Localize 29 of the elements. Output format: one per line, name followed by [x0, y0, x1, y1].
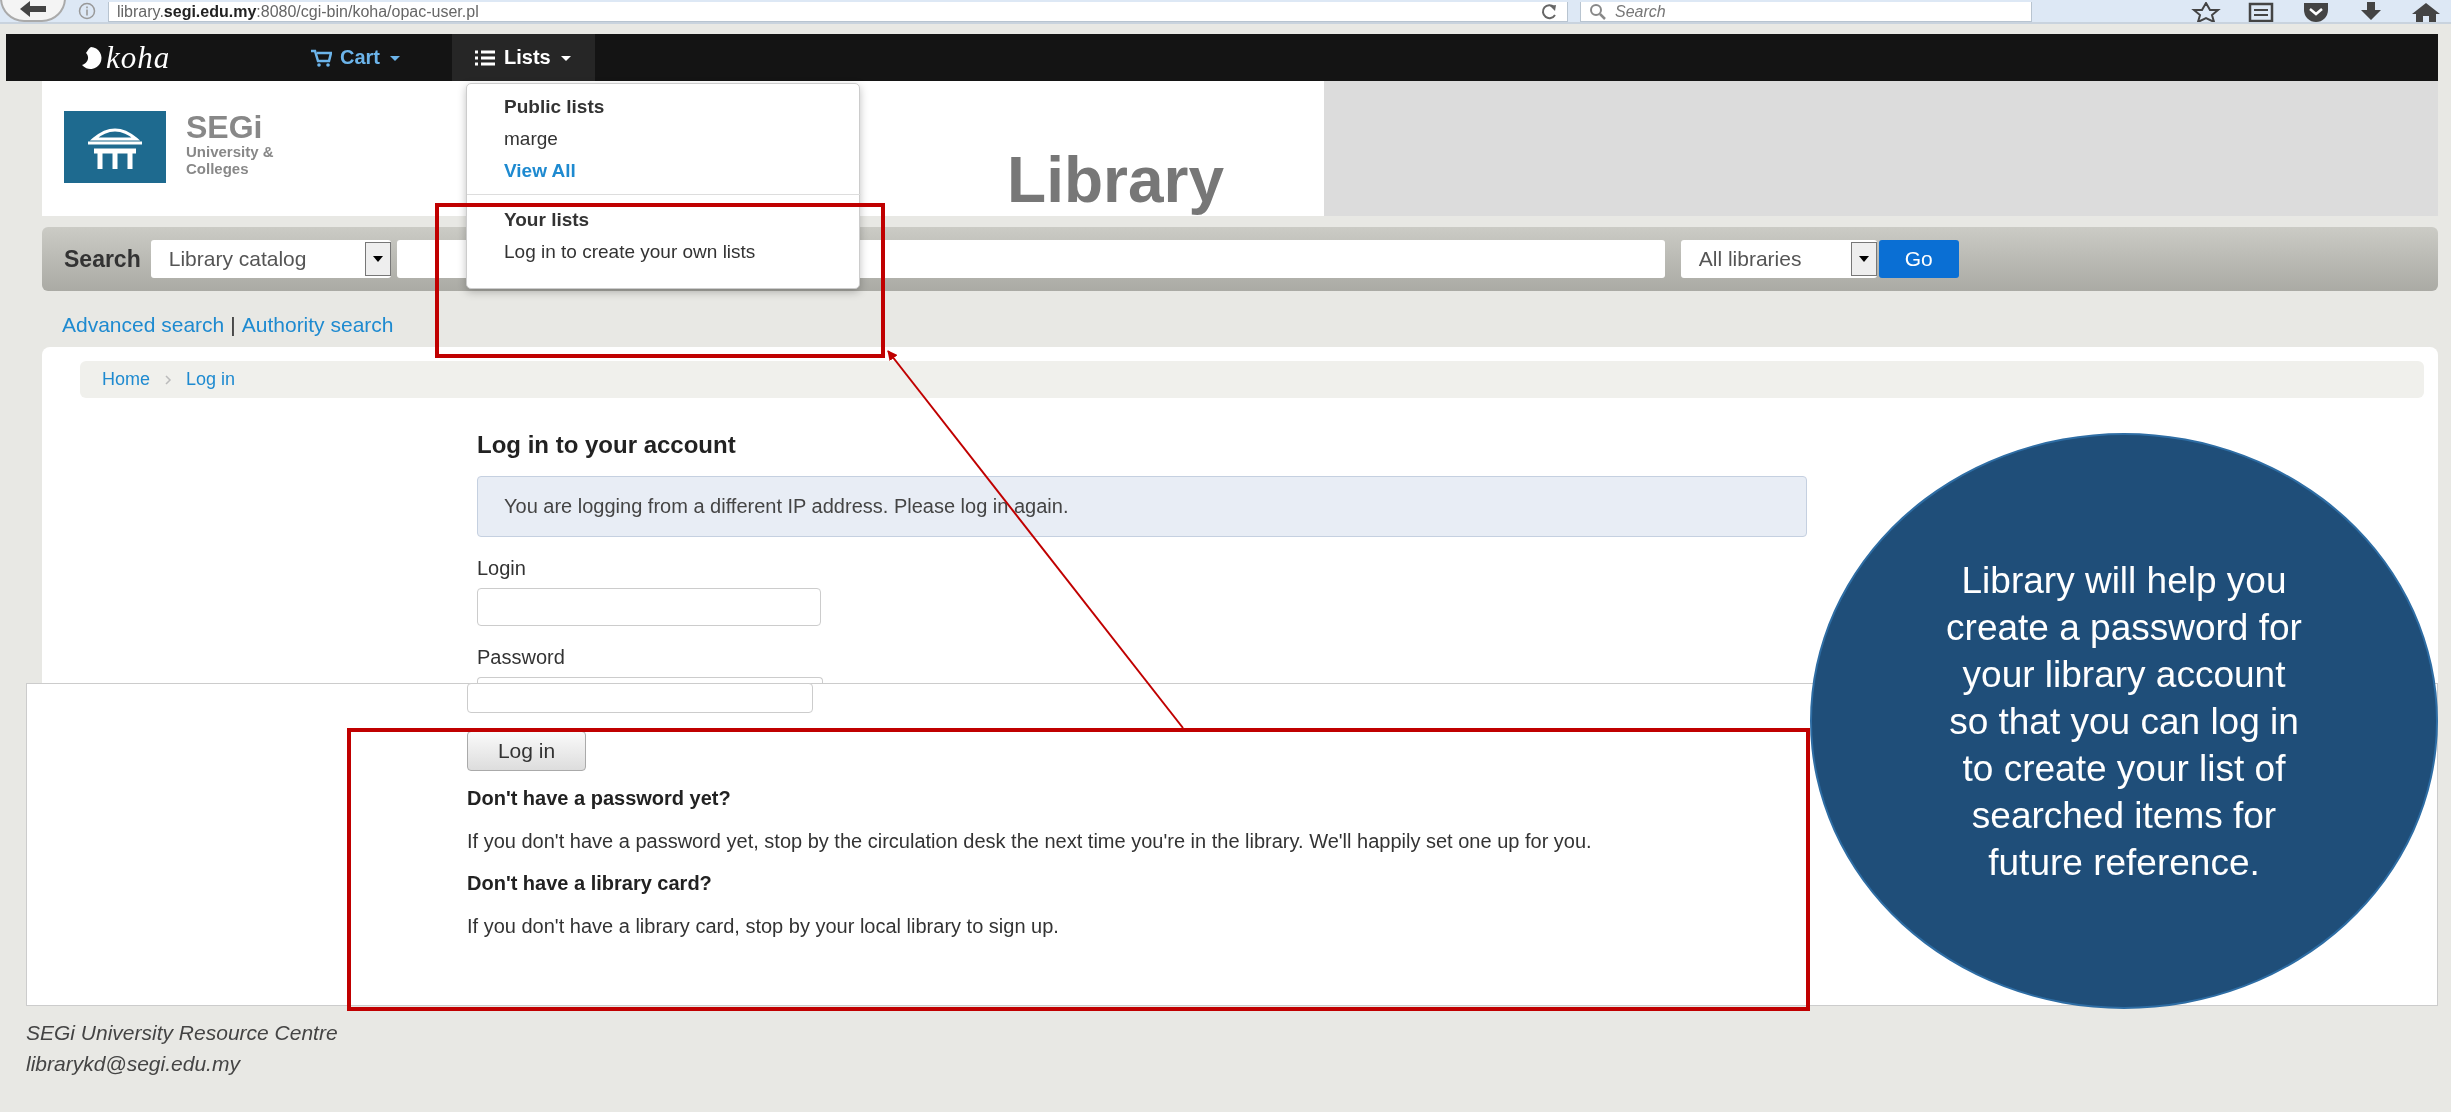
section-text: If you don't have a library card, stop by your local library to sign up. — [467, 914, 1060, 939]
footer-text: librarykd@segi.edu.my — [26, 1051, 242, 1077]
menu-heading: Your lists — [504, 209, 590, 231]
catalog-select[interactable]: Library catalog — [150, 240, 391, 278]
koha-logo[interactable]: koha — [78, 39, 288, 76]
library-select[interactable]: All libraries — [1680, 240, 1877, 278]
login-heading: Log in to your account — [477, 431, 736, 459]
url-text: library.segi.edu.my:8080/cgi-bin/koha/opac-user.pl — [117, 2, 479, 21]
login-button[interactable]: Log in — [467, 731, 586, 771]
password-label: Password — [477, 646, 565, 669]
alert-message: You are logging from a different IP address. Please log in again. — [477, 476, 1807, 537]
section-heading: Don't have a library card? — [467, 872, 712, 895]
menu-item[interactable]: View All — [504, 160, 576, 182]
nav-menu[interactable]: Lists — [452, 34, 595, 81]
section-heading: Don't have a password yet? — [467, 787, 731, 810]
login-label: Login — [477, 557, 526, 580]
footer-text: SEGi University Resource Centre — [26, 1020, 339, 1046]
link-separator: | — [230, 313, 236, 338]
nav-menu[interactable]: Cart — [288, 34, 424, 81]
menu-item[interactable]: marge — [504, 128, 558, 150]
segi-logo[interactable]: SEGi University & Colleges — [64, 111, 274, 183]
section-text: If you don't have a password yet, stop by the circulation desk the next time you're in the library. We'll happily set one up for you. — [467, 829, 1593, 854]
address-field[interactable]: library.segi.edu.my:8080/cgi-bin/koha/opac-user.pl — [108, 2, 1568, 22]
menu-item[interactable]: Log in to create your own lists — [504, 241, 756, 263]
browser-search-field[interactable]: Search — [1580, 2, 2032, 22]
menu-heading: Public lists — [504, 96, 605, 118]
go-button[interactable]: Go — [1878, 240, 1959, 278]
library-title: Library — [1007, 143, 1224, 217]
search-label: Search — [64, 245, 141, 273]
